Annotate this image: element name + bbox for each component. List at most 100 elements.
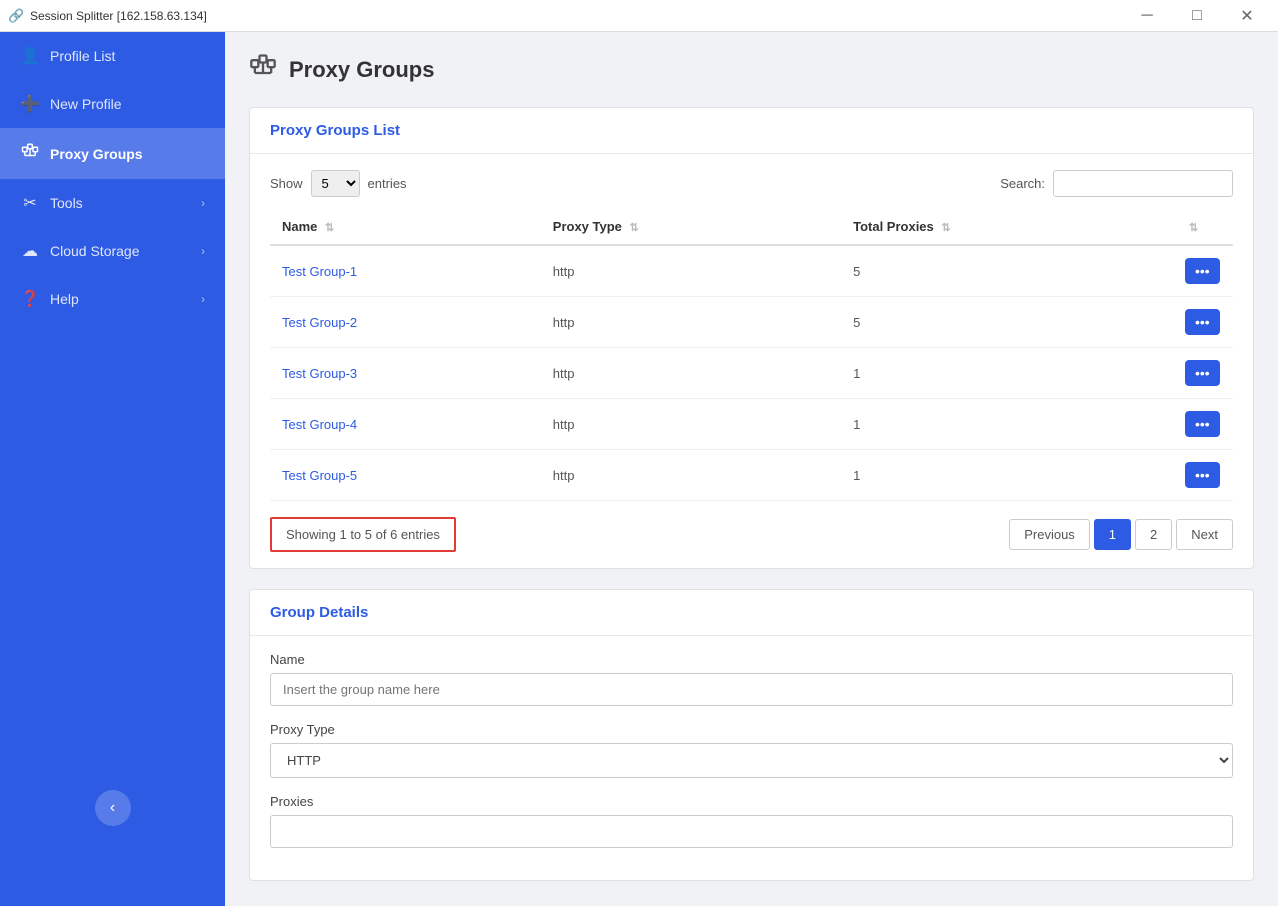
cell-proxy-type: http xyxy=(541,245,841,297)
chevron-right-icon: › xyxy=(201,196,205,210)
sidebar-item-label: Help xyxy=(50,291,79,307)
sort-icon: ⇅ xyxy=(1189,222,1198,234)
table-row: Test Group-2 http 5 ••• xyxy=(270,297,1233,348)
app-layout: 👤 Profile List ➕ New Profile Proxy Group… xyxy=(0,32,1278,906)
next-button[interactable]: Next xyxy=(1176,519,1233,550)
sidebar-item-tools[interactable]: ✂ Tools › xyxy=(0,179,225,227)
close-button[interactable]: ✕ xyxy=(1224,0,1270,32)
cell-name: Test Group-5 xyxy=(270,450,541,501)
cell-name: Test Group-3 xyxy=(270,348,541,399)
page-2-button[interactable]: 2 xyxy=(1135,519,1172,550)
sidebar-item-label: Proxy Groups xyxy=(50,146,143,162)
card-header: Proxy Groups List xyxy=(250,108,1253,154)
cell-proxy-type: http xyxy=(541,450,841,501)
sidebar-item-profile-list[interactable]: 👤 Profile List xyxy=(0,32,225,80)
table-header-row: Name ⇅ Proxy Type ⇅ Total Proxies ⇅ xyxy=(270,209,1233,245)
entries-label: entries xyxy=(368,176,407,191)
window-title: Session Splitter [162.158.63.134] xyxy=(30,9,1124,23)
minimize-button[interactable]: ─ xyxy=(1124,0,1170,32)
cell-actions: ••• xyxy=(1173,245,1233,297)
page-1-button[interactable]: 1 xyxy=(1094,519,1131,550)
chevron-right-icon: › xyxy=(201,244,205,258)
search-control: Search: xyxy=(1000,170,1233,197)
row-action-button[interactable]: ••• xyxy=(1185,309,1220,335)
page-title: Proxy Groups xyxy=(289,57,434,83)
proxy-groups-list-card: Proxy Groups List Show 5 10 25 50 entrie… xyxy=(249,107,1254,569)
search-input[interactable] xyxy=(1053,170,1233,197)
sidebar: 👤 Profile List ➕ New Profile Proxy Group… xyxy=(0,32,225,906)
main-content: Proxy Groups Proxy Groups List Show 5 10… xyxy=(225,32,1278,906)
row-action-button[interactable]: ••• xyxy=(1185,258,1220,284)
sidebar-collapse-button[interactable]: ‹ xyxy=(95,790,131,826)
cell-name: Test Group-2 xyxy=(270,297,541,348)
page-header: Proxy Groups xyxy=(249,52,1254,87)
proxies-input[interactable] xyxy=(270,815,1233,848)
sort-icon: ⇅ xyxy=(941,222,950,234)
proxies-form-group: Proxies xyxy=(270,794,1233,848)
cell-actions: ••• xyxy=(1173,297,1233,348)
titlebar: 🔗 Session Splitter [162.158.63.134] ─ □ … xyxy=(0,0,1278,32)
name-label: Name xyxy=(270,652,1233,667)
cell-actions: ••• xyxy=(1173,450,1233,501)
sidebar-item-label: Cloud Storage xyxy=(50,243,140,259)
cell-actions: ••• xyxy=(1173,348,1233,399)
search-label: Search: xyxy=(1000,176,1045,191)
card-title: Proxy Groups List xyxy=(270,122,400,139)
sidebar-item-label: Profile List xyxy=(50,48,115,64)
proxies-label: Proxies xyxy=(270,794,1233,809)
show-label: Show xyxy=(270,176,303,191)
cell-proxy-type: http xyxy=(541,348,841,399)
sidebar-item-cloud-storage[interactable]: ☁ Cloud Storage › xyxy=(0,227,225,275)
new-profile-icon: ➕ xyxy=(20,94,40,114)
table-controls: Show 5 10 25 50 entries Search: xyxy=(270,170,1233,197)
table-row: Test Group-4 http 1 ••• xyxy=(270,399,1233,450)
entries-select[interactable]: 5 10 25 50 xyxy=(311,170,360,197)
table-row: Test Group-1 http 5 ••• xyxy=(270,245,1233,297)
proxy-type-label: Proxy Type xyxy=(270,722,1233,737)
col-total-proxies: Total Proxies ⇅ xyxy=(841,209,1173,245)
sidebar-item-proxy-groups[interactable]: Proxy Groups xyxy=(0,128,225,179)
proxy-type-select[interactable]: HTTP HTTPS SOCKS4 SOCKS5 xyxy=(270,743,1233,778)
proxy-groups-icon xyxy=(20,142,40,165)
name-form-group: Name xyxy=(270,652,1233,706)
sidebar-item-new-profile[interactable]: ➕ New Profile xyxy=(0,80,225,128)
col-actions: ⇅ xyxy=(1173,209,1233,245)
col-proxy-type: Proxy Type ⇅ xyxy=(541,209,841,245)
page-icon xyxy=(249,52,277,87)
group-details-header: Group Details xyxy=(250,590,1253,636)
cell-name: Test Group-1 xyxy=(270,245,541,297)
cell-proxy-type: http xyxy=(541,297,841,348)
cell-proxy-type: http xyxy=(541,399,841,450)
row-action-button[interactable]: ••• xyxy=(1185,411,1220,437)
profile-list-icon: 👤 xyxy=(20,46,40,66)
cell-name: Test Group-4 xyxy=(270,399,541,450)
maximize-button[interactable]: □ xyxy=(1174,0,1220,32)
proxy-groups-table: Name ⇅ Proxy Type ⇅ Total Proxies ⇅ xyxy=(270,209,1233,501)
group-details-title: Group Details xyxy=(270,604,368,621)
row-action-button[interactable]: ••• xyxy=(1185,462,1220,488)
cell-total-proxies: 5 xyxy=(841,297,1173,348)
help-icon: ❓ xyxy=(20,289,40,309)
sort-icon: ⇅ xyxy=(325,222,334,234)
name-input[interactable] xyxy=(270,673,1233,706)
row-action-button[interactable]: ••• xyxy=(1185,360,1220,386)
chevron-right-icon: › xyxy=(201,292,205,306)
previous-button[interactable]: Previous xyxy=(1009,519,1090,550)
pagination: Previous 1 2 Next xyxy=(1009,519,1233,550)
app-icon: 🔗 xyxy=(8,8,24,24)
tools-icon: ✂ xyxy=(20,193,40,213)
group-details-card: Group Details Name Proxy Type HTTP HTTPS… xyxy=(249,589,1254,881)
cell-total-proxies: 1 xyxy=(841,399,1173,450)
col-name: Name ⇅ xyxy=(270,209,541,245)
showing-text: Showing 1 to 5 of 6 entries xyxy=(270,517,456,552)
table-row: Test Group-5 http 1 ••• xyxy=(270,450,1233,501)
group-details-body: Name Proxy Type HTTP HTTPS SOCKS4 SOCKS5… xyxy=(250,636,1253,880)
cell-actions: ••• xyxy=(1173,399,1233,450)
proxy-type-form-group: Proxy Type HTTP HTTPS SOCKS4 SOCKS5 xyxy=(270,722,1233,778)
card-body: Show 5 10 25 50 entries Search: xyxy=(250,154,1253,568)
sort-icon: ⇅ xyxy=(630,222,639,234)
window-controls: ─ □ ✕ xyxy=(1124,0,1270,32)
cell-total-proxies: 1 xyxy=(841,450,1173,501)
sidebar-item-label: Tools xyxy=(50,195,83,211)
sidebar-item-help[interactable]: ❓ Help › xyxy=(0,275,225,323)
